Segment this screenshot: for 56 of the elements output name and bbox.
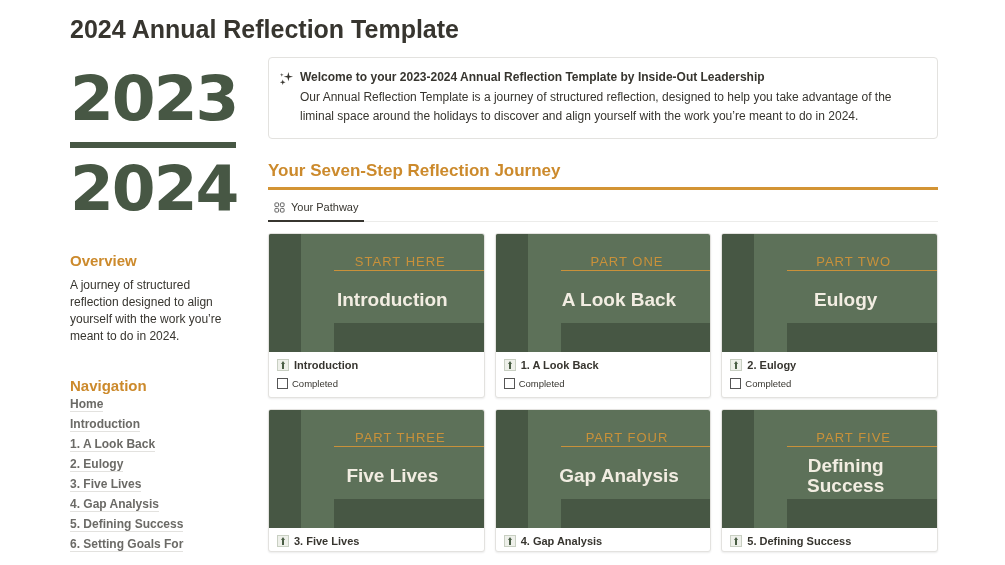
section-heading: Your Seven-Step Reflection Journey	[268, 161, 938, 190]
page-icon	[503, 535, 516, 547]
view-tab[interactable]: Your Pathway	[268, 196, 365, 222]
page-title: 2024 Annual Reflection Template	[70, 14, 460, 45]
section-heading: Overview	[70, 252, 138, 269]
checkbox[interactable]	[503, 378, 515, 389]
gallery-card[interactable]: PART FOUR Gap Analysis 4. Gap Analysis	[494, 409, 712, 552]
section-heading: Navigation	[70, 377, 148, 394]
card-title: 4. Gap Analysis	[520, 535, 603, 547]
page-icon	[730, 359, 743, 371]
year-text: 2023	[70, 66, 239, 132]
checkbox[interactable]	[730, 378, 742, 389]
card-title: 1. A Look Back	[520, 359, 599, 371]
cover-label: PART THREE	[334, 430, 484, 447]
gallery-icon	[274, 201, 285, 213]
nav-link[interactable]: 6. Setting Goals For	[70, 537, 184, 552]
year-text: 2024	[70, 156, 239, 222]
cover-title: Introduction	[335, 288, 449, 312]
gallery-card[interactable]: START HERE Introduction Introduction Completed	[268, 233, 485, 398]
gallery-card[interactable]: PART THREE Five Lives 3. Five Lives	[268, 409, 485, 552]
cover-label: PART ONE	[560, 254, 711, 271]
page-icon	[503, 359, 516, 371]
callout-title: Welcome to your 2023-2024 Annual Reflection Template by Inside-Out Leadership	[300, 70, 766, 84]
cover-label: PART FIVE	[787, 430, 937, 447]
cover-title: A Look Back	[560, 288, 678, 312]
checkbox-label: Completed	[292, 378, 338, 389]
nav-link[interactable]: 5. Defining Success	[70, 517, 184, 532]
cover-title: Gap Analysis	[558, 464, 680, 488]
overview-text: A journey of structured reflection designed to align yourself with the work you’re meant to do in 2024.	[70, 277, 223, 345]
sparkle-icon	[279, 71, 294, 86]
checkbox[interactable]	[277, 378, 288, 389]
cover-title: Five Lives	[345, 464, 440, 488]
callout-text: Our Annual Reflection Template is a journey of structured reflection, designed to help you take advantage of the liminal space around the holidays to discover and align yourself with the work you’re meant to do in 2024.	[300, 89, 893, 125]
card-title: 3. Five Lives	[294, 535, 360, 547]
nav-link[interactable]: Home	[70, 397, 104, 412]
gallery-card[interactable]: PART FIVE Defining Success 5. Defining Success	[721, 409, 938, 552]
gallery-card[interactable]: PART TWO Eulogy 2. Eulogy Completed	[721, 233, 938, 398]
nav-link[interactable]: 2. Eulogy	[70, 457, 124, 472]
nav-link[interactable]: 4. Gap Analysis	[70, 497, 159, 512]
card-title: 5. Defining Success	[747, 535, 852, 547]
cover-title: Defining Success	[806, 454, 886, 498]
page-icon	[730, 535, 743, 547]
nav-link[interactable]: 3. Five Lives	[70, 477, 142, 492]
checkbox-label: Completed	[745, 378, 792, 389]
cover-title: Eulogy	[813, 288, 879, 312]
card-title: Introduction	[294, 359, 359, 371]
card-title: 2. Eulogy	[747, 359, 797, 371]
nav-link[interactable]: Introduction	[70, 417, 140, 432]
page-icon	[277, 535, 289, 547]
nav-link[interactable]: 1. A Look Back	[70, 437, 156, 452]
gallery-card[interactable]: PART ONE A Look Back 1. A Look Back Completed	[494, 233, 712, 398]
page-icon	[277, 359, 289, 371]
cover-label: PART FOUR	[560, 430, 711, 447]
checkbox-label: Completed	[518, 378, 565, 389]
cover-label: PART TWO	[787, 254, 937, 271]
cover-label: START HERE	[334, 254, 484, 271]
